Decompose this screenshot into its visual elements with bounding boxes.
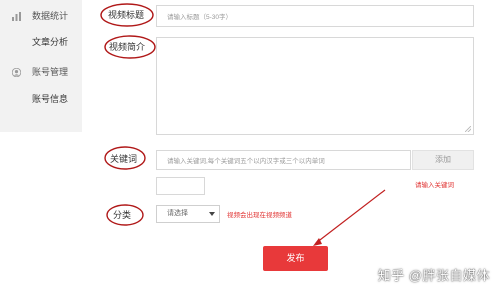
watermark: 知乎 @胖张自媒体 (377, 268, 490, 283)
arrow-line (315, 189, 386, 244)
annotation-overlay (100, 3, 386, 246)
keywords-annotation-circle (104, 146, 146, 170)
intro-annotation-circle (104, 35, 156, 59)
category-annotation-circle (106, 204, 144, 226)
title-annotation-circle (100, 3, 154, 27)
